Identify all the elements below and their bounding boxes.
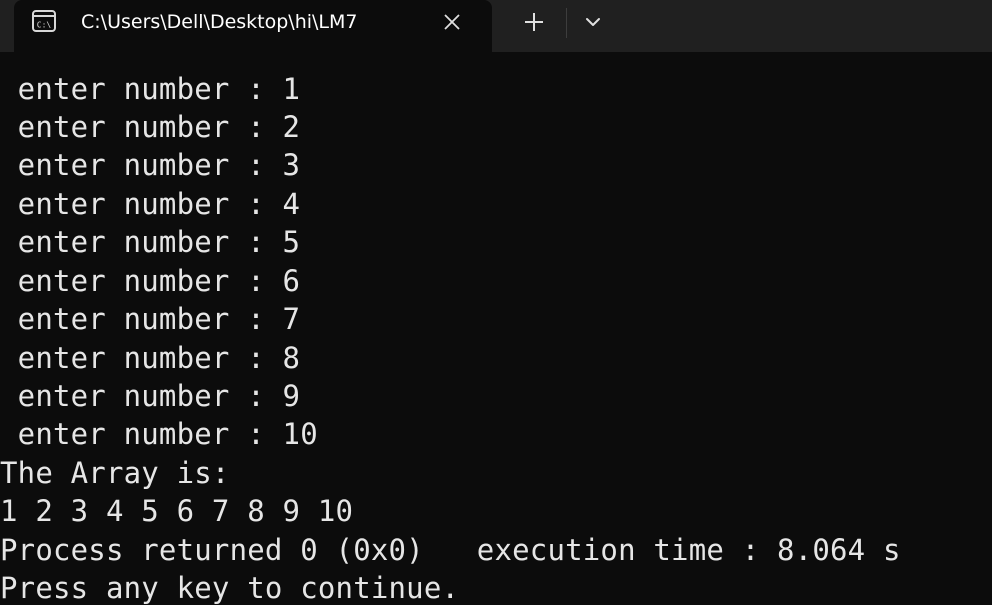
terminal-window: C:\ C:\Users\Dell\Desktop\hi\LM7 enter n… <box>0 0 992 605</box>
svg-text:C:\: C:\ <box>37 21 52 30</box>
close-icon[interactable] <box>438 8 466 36</box>
terminal-tab[interactable]: C:\ C:\Users\Dell\Desktop\hi\LM7 <box>14 0 492 52</box>
console-line: enter number : 3 <box>0 148 301 182</box>
console-line: enter number : 5 <box>0 225 301 259</box>
chevron-down-icon[interactable] <box>577 6 609 38</box>
console-line: Press any key to continue. <box>0 571 460 605</box>
console-line: Process returned 0 (0x0) execution time … <box>0 533 901 567</box>
tab-separator <box>566 8 567 38</box>
console-icon: C:\ <box>31 9 57 33</box>
console-line: enter number : 10 <box>0 417 318 451</box>
console-line: enter number : 7 <box>0 302 301 336</box>
console-line: enter number : 8 <box>0 341 301 375</box>
tab-bar: C:\ C:\Users\Dell\Desktop\hi\LM7 <box>0 0 992 52</box>
console-line: enter number : 9 <box>0 379 301 413</box>
console-line: enter number : 4 <box>0 187 301 221</box>
console-line: 1 2 3 4 5 6 7 8 9 10 <box>0 494 354 528</box>
console-line: The Array is: <box>0 456 230 490</box>
console-line: enter number : 6 <box>0 264 301 298</box>
plus-icon[interactable] <box>516 6 552 38</box>
console-output[interactable]: enter number : 1 enter number : 2 enter … <box>0 52 992 605</box>
console-line: enter number : 2 <box>0 110 301 144</box>
console-line: enter number : 1 <box>0 72 301 106</box>
tab-title: C:\Users\Dell\Desktop\hi\LM7 <box>81 11 358 33</box>
